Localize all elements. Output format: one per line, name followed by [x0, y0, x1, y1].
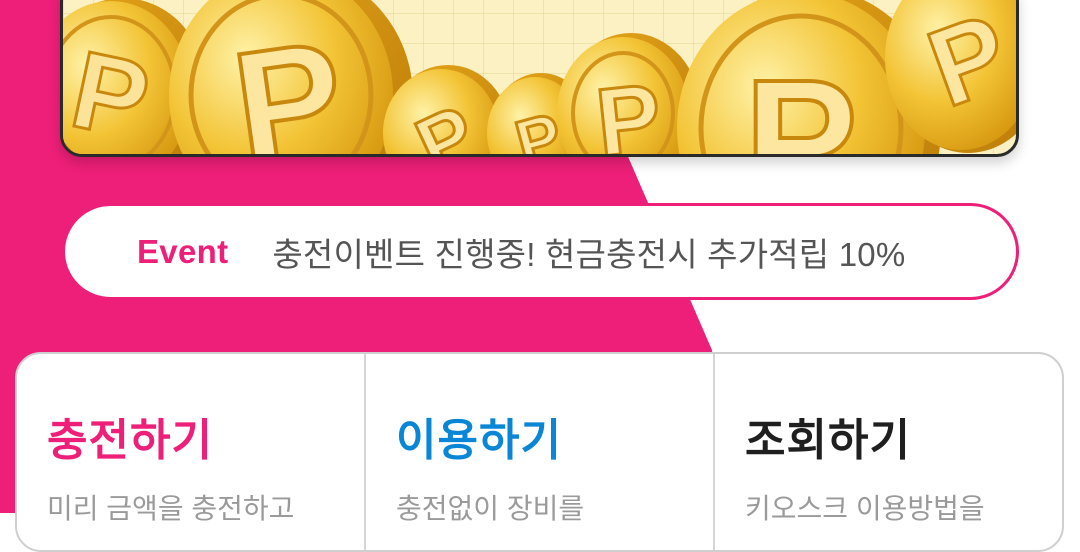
menu-card-charge[interactable]: 충전하기 미리 금액을 충전하고 [17, 354, 364, 550]
coin-icon: P [169, 0, 413, 154]
menu-desc-use: 충전없이 장비를 [396, 493, 585, 524]
event-tag: Event [137, 232, 229, 270]
event-text: 충전이벤트 진행중! 현금충전시 추가적립 10% [272, 235, 906, 273]
menu-panel: 충전하기 미리 금액을 충전하고 이용하기 충전없이 장비를 조회하기 키오스크… [15, 352, 1064, 552]
promo-banner: P P P P P P P [60, 0, 1019, 157]
menu-desc-inquiry: 키오스크 이용방법을 [745, 493, 985, 524]
menu-card-use[interactable]: 이용하기 충전없이 장비를 [364, 354, 713, 550]
menu-desc-charge: 미리 금액을 충전하고 [47, 493, 295, 524]
coins-illustration: P P P P P P P [63, 0, 1016, 157]
event-banner[interactable]: Event 충전이벤트 진행중! 현금충전시 추가적립 10% [62, 203, 1019, 300]
menu-card-inquiry[interactable]: 조회하기 키오스크 이용방법을 [713, 354, 1062, 550]
svg-text:P: P [744, 45, 857, 157]
svg-text:P: P [591, 64, 666, 157]
menu-title-charge: 충전하기 [47, 416, 213, 465]
menu-title-inquiry: 조회하기 [745, 416, 911, 465]
menu-title-use: 이용하기 [396, 416, 562, 465]
